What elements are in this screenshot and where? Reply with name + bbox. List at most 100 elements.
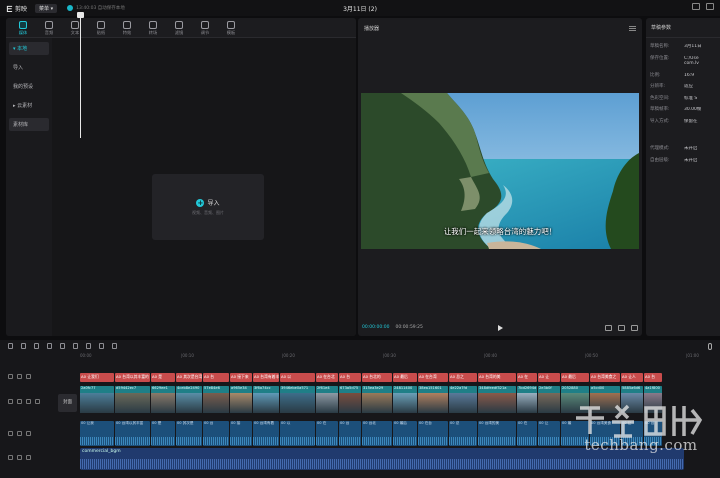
- video-clip[interactable]: 24811400: [393, 386, 417, 413]
- mute-icon[interactable]: [35, 399, 40, 404]
- sidebar-item[interactable]: 素材库: [9, 118, 49, 131]
- tab-text[interactable]: 文本: [62, 21, 88, 37]
- video-clip[interactable]: d59442ec7: [115, 386, 150, 413]
- video-clip[interactable]: 2a0fc77: [80, 386, 114, 413]
- video-clip[interactable]: 315ea3e29: [362, 386, 392, 413]
- text-clip[interactable]: A0 其次是台湾: [176, 373, 202, 382]
- tab-audio[interactable]: 音频: [36, 21, 62, 37]
- audio-clip[interactable]: 00 以: [280, 421, 315, 446]
- play-icon[interactable]: [498, 325, 503, 331]
- text-clip[interactable]: A0 总之: [449, 373, 477, 382]
- text-clip[interactable]: A0 接下来: [230, 373, 252, 382]
- video-clip[interactable]: 348dfeedf321a: [478, 386, 516, 413]
- shield-icon[interactable]: [112, 343, 117, 349]
- sidebar-item[interactable]: 导入: [9, 61, 49, 74]
- player-menu-icon[interactable]: [629, 25, 636, 31]
- tab-sticker[interactable]: 贴纸: [88, 21, 114, 37]
- eye-icon[interactable]: [26, 374, 31, 379]
- select-tool-icon[interactable]: [8, 343, 13, 349]
- split-icon[interactable]: [47, 343, 52, 349]
- tab-filter[interactable]: 滤镜: [166, 21, 192, 37]
- audio-clip[interactable]: 00 让: [538, 421, 560, 446]
- speaker-icon[interactable]: [26, 431, 31, 436]
- audio-clip[interactable]: 00 在台: [418, 421, 448, 446]
- audio-clip[interactable]: 00 让我: [80, 421, 114, 446]
- delete-icon[interactable]: [86, 343, 91, 349]
- audio-clip[interactable]: 00 接: [230, 421, 252, 446]
- text-clip[interactable]: A0 台湾的美: [478, 373, 516, 382]
- audio-clip[interactable]: 00 其次是: [176, 421, 202, 446]
- trim-left-icon[interactable]: [60, 343, 65, 349]
- text-clip[interactable]: A0 台湾美食之: [590, 373, 620, 382]
- audio-clip[interactable]: 00 台湾有着: [253, 421, 279, 446]
- video-clip[interactable]: 38ea151601: [418, 386, 448, 413]
- text-clip[interactable]: A0 最后: [561, 373, 589, 382]
- tab-adjust[interactable]: 调节: [192, 21, 218, 37]
- audio-clip[interactable]: 00 在: [316, 421, 338, 446]
- audio-clip[interactable]: 00 台北: [362, 421, 392, 446]
- video-clip[interactable]: 2f61e4: [316, 386, 338, 413]
- redo-icon[interactable]: [34, 343, 39, 349]
- fullscreen-icon[interactable]: [631, 325, 638, 331]
- text-clip[interactable]: A0 台: [203, 373, 229, 382]
- lock-icon[interactable]: [17, 399, 22, 404]
- text-clip[interactable]: A0 在台湾: [418, 373, 448, 382]
- text-clip[interactable]: A0 让: [538, 373, 560, 382]
- video-clip[interactable]: 4ceb8e2490: [176, 386, 202, 413]
- tab-template[interactable]: 模板: [218, 21, 244, 37]
- text-clip[interactable]: A0 是: [151, 373, 175, 382]
- lock-icon[interactable]: [17, 455, 22, 460]
- text-clip[interactable]: A0 台湾有着丰富: [253, 373, 279, 382]
- crop-icon[interactable]: [605, 325, 612, 331]
- cover-button[interactable]: 封面: [58, 394, 77, 412]
- undo-icon[interactable]: [21, 343, 26, 349]
- video-clip[interactable]: 673a5d75: [339, 386, 361, 413]
- audio-clip[interactable]: 00 总: [449, 421, 477, 446]
- video-clip[interactable]: 6629ee1: [151, 386, 175, 413]
- video-clip[interactable]: a965e34: [230, 386, 252, 413]
- video-preview[interactable]: 让我们一起来领略台湾的魅力吧！: [361, 93, 639, 249]
- sidebar-item[interactable]: ▾ 本地: [9, 42, 49, 55]
- text-clip[interactable]: A0 让人: [621, 373, 643, 382]
- audio-clip[interactable]: 00 在: [517, 421, 537, 446]
- import-dropzone[interactable]: + 导入 视频、音频、图片: [152, 174, 264, 240]
- audio-clip[interactable]: 00 台: [203, 421, 229, 446]
- ratio-icon[interactable]: [618, 325, 625, 331]
- text-clip[interactable]: A0 台湾以其丰富的: [115, 373, 150, 382]
- sidebar-item[interactable]: 我的预设: [9, 80, 49, 93]
- audio-clip[interactable]: 00 台湾以其丰富: [115, 421, 150, 446]
- sidebar-item[interactable]: ▸ 云素材: [9, 99, 49, 112]
- text-clip[interactable]: A0 在: [517, 373, 537, 382]
- text-clip[interactable]: A0 台: [339, 373, 361, 382]
- text-clip[interactable]: A0 最后: [393, 373, 417, 382]
- audio-clip[interactable]: 00 是: [151, 421, 175, 446]
- menu-button[interactable]: 菜单 ▾: [35, 3, 58, 13]
- shortcut-icon[interactable]: [706, 3, 714, 10]
- microphone-icon[interactable]: [708, 343, 712, 350]
- speaker-icon[interactable]: [26, 455, 31, 460]
- video-clip[interactable]: 2e3b0f: [538, 386, 560, 413]
- layout-icon[interactable]: [692, 3, 700, 10]
- video-clip[interactable]: 7bd2694d: [517, 386, 537, 413]
- text-clip[interactable]: A0 台北的: [362, 373, 392, 382]
- playhead[interactable]: [77, 12, 84, 138]
- text-clip[interactable]: A0 让我们: [80, 373, 114, 382]
- video-clip[interactable]: 4e22a7fd: [449, 386, 477, 413]
- tab-media[interactable]: 媒体: [10, 21, 36, 37]
- video-clip[interactable]: 57e84e6: [203, 386, 229, 413]
- freeze-icon[interactable]: [99, 343, 104, 349]
- video-clip[interactable]: 3946ebe0a571: [280, 386, 315, 413]
- video-clip[interactable]: 3f6a74cc: [253, 386, 279, 413]
- lock-icon[interactable]: [17, 374, 22, 379]
- trim-right-icon[interactable]: [73, 343, 78, 349]
- audio-clip[interactable]: 00 台: [339, 421, 361, 446]
- eye-icon[interactable]: [26, 399, 31, 404]
- time-ruler[interactable]: 00:00 |00:10 |00:20 |00:30 |00:40 |00:50 |01:0…: [80, 352, 720, 362]
- audio-clip[interactable]: 00 最后: [393, 421, 417, 446]
- tab-transition[interactable]: 转场: [140, 21, 166, 37]
- audio-clip[interactable]: 00 台湾的美: [478, 421, 516, 446]
- text-clip[interactable]: A0 在台北: [316, 373, 338, 382]
- text-clip[interactable]: A0 以: [280, 373, 315, 382]
- text-clip[interactable]: A0 台: [644, 373, 662, 382]
- tab-effects[interactable]: 特效: [114, 21, 140, 37]
